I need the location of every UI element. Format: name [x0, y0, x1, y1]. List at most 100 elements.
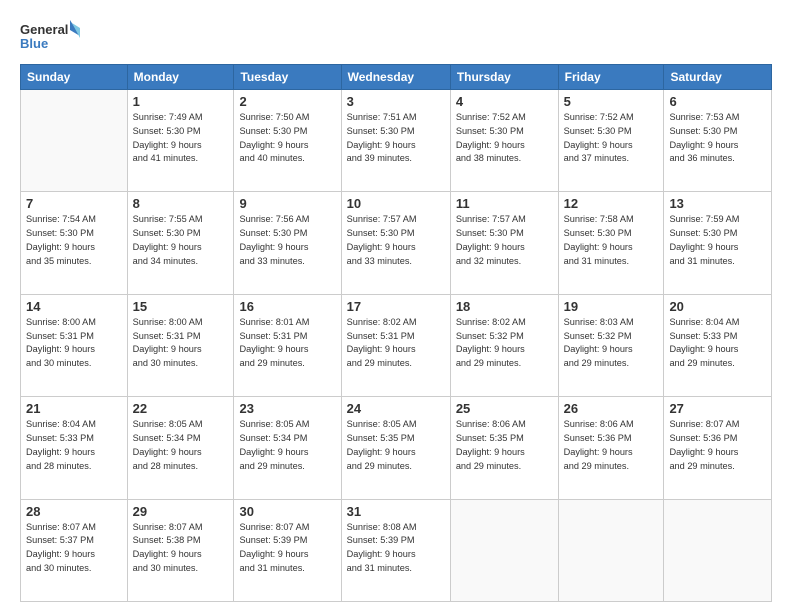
day-number: 1	[133, 94, 229, 109]
day-number: 29	[133, 504, 229, 519]
day-number: 7	[26, 196, 122, 211]
day-info: Sunrise: 7:54 AMSunset: 5:30 PMDaylight:…	[26, 213, 122, 268]
calendar-cell: 4 Sunrise: 7:52 AMSunset: 5:30 PMDaylight…	[450, 90, 558, 192]
calendar-cell	[450, 499, 558, 601]
day-info: Sunrise: 7:53 AMSunset: 5:30 PMDaylight:…	[669, 111, 766, 166]
day-info: Sunrise: 8:02 AMSunset: 5:31 PMDaylight:…	[347, 316, 445, 371]
logo: GeneralBlue	[20, 18, 80, 54]
weekday-header-saturday: Saturday	[664, 65, 772, 90]
calendar-cell: 21 Sunrise: 8:04 AMSunset: 5:33 PMDayligh…	[21, 397, 128, 499]
calendar-cell: 19 Sunrise: 8:03 AMSunset: 5:32 PMDayligh…	[558, 294, 664, 396]
day-number: 27	[669, 401, 766, 416]
weekday-header-monday: Monday	[127, 65, 234, 90]
calendar-cell: 2 Sunrise: 7:50 AMSunset: 5:30 PMDaylight…	[234, 90, 341, 192]
day-number: 10	[347, 196, 445, 211]
day-info: Sunrise: 8:06 AMSunset: 5:35 PMDaylight:…	[456, 418, 553, 473]
calendar-cell	[558, 499, 664, 601]
day-number: 19	[564, 299, 659, 314]
week-row-4: 21 Sunrise: 8:04 AMSunset: 5:33 PMDayligh…	[21, 397, 772, 499]
day-info: Sunrise: 8:08 AMSunset: 5:39 PMDaylight:…	[347, 521, 445, 576]
day-info: Sunrise: 8:07 AMSunset: 5:36 PMDaylight:…	[669, 418, 766, 473]
day-number: 30	[239, 504, 335, 519]
week-row-3: 14 Sunrise: 8:00 AMSunset: 5:31 PMDayligh…	[21, 294, 772, 396]
calendar-cell: 30 Sunrise: 8:07 AMSunset: 5:39 PMDayligh…	[234, 499, 341, 601]
week-row-5: 28Sunrise: 8:07 AMSunset: 5:37 PMDayligh…	[21, 499, 772, 601]
day-number: 15	[133, 299, 229, 314]
day-number: 16	[239, 299, 335, 314]
day-number: 21	[26, 401, 122, 416]
day-number: 26	[564, 401, 659, 416]
day-info: Sunrise: 7:56 AMSunset: 5:30 PMDaylight:…	[239, 213, 335, 268]
calendar-cell: 27 Sunrise: 8:07 AMSunset: 5:36 PMDayligh…	[664, 397, 772, 499]
day-info: Sunrise: 8:07 AMSunset: 5:39 PMDaylight:…	[239, 521, 335, 576]
calendar-cell: 7 Sunrise: 7:54 AMSunset: 5:30 PMDaylight…	[21, 192, 128, 294]
calendar-cell: 8 Sunrise: 7:55 AMSunset: 5:30 PMDaylight…	[127, 192, 234, 294]
header: GeneralBlue	[20, 18, 772, 54]
day-info: Sunrise: 8:04 AMSunset: 5:33 PMDaylight:…	[26, 418, 122, 473]
calendar-cell: 25 Sunrise: 8:06 AMSunset: 5:35 PMDayligh…	[450, 397, 558, 499]
day-number: 2	[239, 94, 335, 109]
week-row-2: 7 Sunrise: 7:54 AMSunset: 5:30 PMDaylight…	[21, 192, 772, 294]
day-info: Sunrise: 7:50 AMSunset: 5:30 PMDaylight:…	[239, 111, 335, 166]
weekday-header-sunday: Sunday	[21, 65, 128, 90]
calendar-cell: 5 Sunrise: 7:52 AMSunset: 5:30 PMDaylight…	[558, 90, 664, 192]
calendar-cell: 20Sunrise: 8:04 AMSunset: 5:33 PMDayligh…	[664, 294, 772, 396]
week-row-1: 1 Sunrise: 7:49 AMSunset: 5:30 PMDaylight…	[21, 90, 772, 192]
calendar-cell: 29Sunrise: 8:07 AMSunset: 5:38 PMDayligh…	[127, 499, 234, 601]
weekday-header-wednesday: Wednesday	[341, 65, 450, 90]
weekday-header-friday: Friday	[558, 65, 664, 90]
weekday-header-row: SundayMondayTuesdayWednesdayThursdayFrid…	[21, 65, 772, 90]
calendar-cell: 16 Sunrise: 8:01 AMSunset: 5:31 PMDayligh…	[234, 294, 341, 396]
day-info: Sunrise: 8:01 AMSunset: 5:31 PMDaylight:…	[239, 316, 335, 371]
day-number: 8	[133, 196, 229, 211]
day-number: 31	[347, 504, 445, 519]
day-info: Sunrise: 8:05 AMSunset: 5:34 PMDaylight:…	[239, 418, 335, 473]
day-info: Sunrise: 8:03 AMSunset: 5:32 PMDaylight:…	[564, 316, 659, 371]
calendar-cell: 23Sunrise: 8:05 AMSunset: 5:34 PMDayligh…	[234, 397, 341, 499]
day-info: Sunrise: 7:52 AMSunset: 5:30 PMDaylight:…	[456, 111, 553, 166]
svg-text:Blue: Blue	[20, 36, 48, 51]
day-number: 14	[26, 299, 122, 314]
day-number: 4	[456, 94, 553, 109]
day-number: 20	[669, 299, 766, 314]
calendar-cell: 9 Sunrise: 7:56 AMSunset: 5:30 PMDaylight…	[234, 192, 341, 294]
calendar-table: SundayMondayTuesdayWednesdayThursdayFrid…	[20, 64, 772, 602]
calendar-cell: 13 Sunrise: 7:59 AMSunset: 5:30 PMDayligh…	[664, 192, 772, 294]
day-number: 5	[564, 94, 659, 109]
day-number: 13	[669, 196, 766, 211]
calendar-cell: 12Sunrise: 7:58 AMSunset: 5:30 PMDayligh…	[558, 192, 664, 294]
day-number: 24	[347, 401, 445, 416]
calendar-cell	[21, 90, 128, 192]
day-number: 18	[456, 299, 553, 314]
day-number: 6	[669, 94, 766, 109]
calendar-cell: 22Sunrise: 8:05 AMSunset: 5:34 PMDayligh…	[127, 397, 234, 499]
day-number: 17	[347, 299, 445, 314]
weekday-header-tuesday: Tuesday	[234, 65, 341, 90]
calendar-cell	[664, 499, 772, 601]
calendar-cell: 17 Sunrise: 8:02 AMSunset: 5:31 PMDayligh…	[341, 294, 450, 396]
day-number: 22	[133, 401, 229, 416]
calendar-cell: 6 Sunrise: 7:53 AMSunset: 5:30 PMDaylight…	[664, 90, 772, 192]
day-number: 3	[347, 94, 445, 109]
day-info: Sunrise: 8:00 AMSunset: 5:31 PMDaylight:…	[26, 316, 122, 371]
day-info: Sunrise: 7:52 AMSunset: 5:30 PMDaylight:…	[564, 111, 659, 166]
day-info: Sunrise: 7:49 AMSunset: 5:30 PMDaylight:…	[133, 111, 229, 166]
day-number: 25	[456, 401, 553, 416]
calendar-cell: 10Sunrise: 7:57 AMSunset: 5:30 PMDayligh…	[341, 192, 450, 294]
day-info: Sunrise: 7:55 AMSunset: 5:30 PMDaylight:…	[133, 213, 229, 268]
day-info: Sunrise: 8:05 AMSunset: 5:35 PMDaylight:…	[347, 418, 445, 473]
day-info: Sunrise: 8:02 AMSunset: 5:32 PMDaylight:…	[456, 316, 553, 371]
day-info: Sunrise: 7:58 AMSunset: 5:30 PMDaylight:…	[564, 213, 659, 268]
day-number: 9	[239, 196, 335, 211]
calendar-cell: 3 Sunrise: 7:51 AMSunset: 5:30 PMDaylight…	[341, 90, 450, 192]
calendar-cell: 15Sunrise: 8:00 AMSunset: 5:31 PMDayligh…	[127, 294, 234, 396]
svg-text:General: General	[20, 22, 68, 37]
day-info: Sunrise: 7:59 AMSunset: 5:30 PMDaylight:…	[669, 213, 766, 268]
calendar-cell: 28Sunrise: 8:07 AMSunset: 5:37 PMDayligh…	[21, 499, 128, 601]
calendar-cell: 14 Sunrise: 8:00 AMSunset: 5:31 PMDayligh…	[21, 294, 128, 396]
calendar-cell: 26Sunrise: 8:06 AMSunset: 5:36 PMDayligh…	[558, 397, 664, 499]
day-info: Sunrise: 7:57 AMSunset: 5:30 PMDaylight:…	[456, 213, 553, 268]
day-number: 11	[456, 196, 553, 211]
day-info: Sunrise: 7:51 AMSunset: 5:30 PMDaylight:…	[347, 111, 445, 166]
calendar-cell: 11 Sunrise: 7:57 AMSunset: 5:30 PMDayligh…	[450, 192, 558, 294]
